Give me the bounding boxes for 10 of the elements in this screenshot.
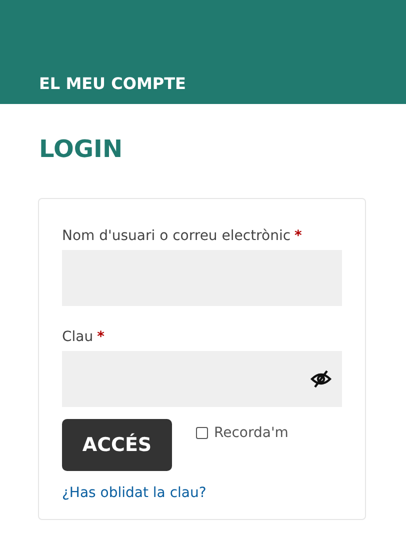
field-label: Nom d'usuari o correu electrònic *	[62, 227, 302, 246]
remember-checkbox[interactable]	[196, 427, 208, 439]
login-button[interactable]: ACCÉS	[62, 419, 172, 471]
page-title: EL MEU COMPTE	[39, 73, 186, 95]
field-label: Clau *	[62, 328, 104, 347]
forgot-password-link[interactable]: ¿Has oblidat la clau?	[62, 485, 206, 501]
password-field[interactable]	[62, 351, 342, 407]
login-heading: LOGIN	[39, 134, 123, 164]
remember-label: Recorda'm	[214, 425, 288, 441]
eye-slash-icon[interactable]	[310, 370, 332, 388]
